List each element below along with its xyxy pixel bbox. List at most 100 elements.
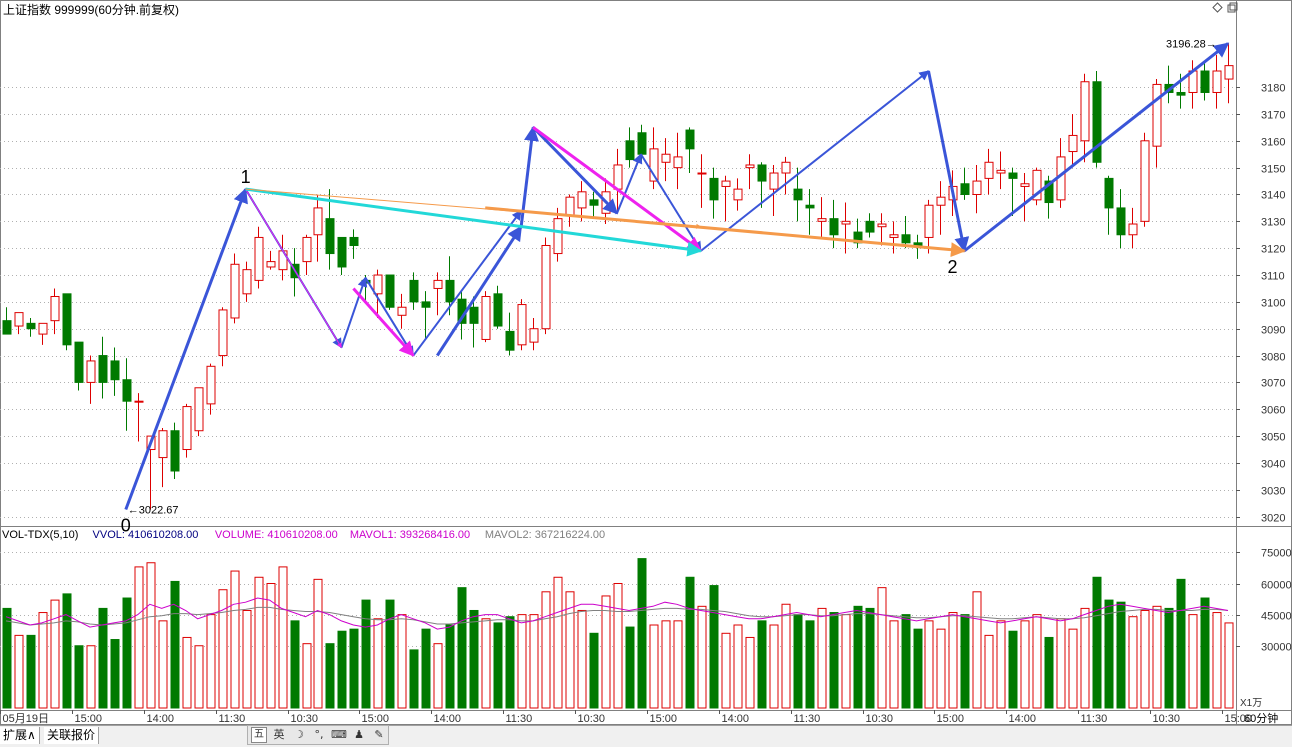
volume-legend-0: VOL-TDX(5,10): [2, 529, 78, 541]
kline-chart-svg[interactable]: 上证指数 999999(60分钟.前复权) 3020 3030 3040 3050 306…: [0, 0, 1292, 746]
candle-up: [1080, 81, 1090, 142]
kline-chart-window[interactable]: 上证指数 999999(60分钟.前复权) 3020 3030 3040 3050 306…: [0, 0, 1292, 746]
candle-up: [553, 218, 563, 255]
volume-bar-up: [781, 603, 791, 709]
candle-up: [721, 180, 731, 187]
candle-up: [661, 153, 671, 163]
candle-up: [182, 406, 192, 451]
related-quotes-tab[interactable]: 关联报价: [44, 727, 100, 744]
price-tick-label: 3140: [1261, 190, 1285, 202]
diamond-icon[interactable]: [1212, 2, 1223, 13]
time-tick-label: 15:00: [75, 713, 103, 725]
candle-up: [1068, 134, 1078, 153]
candle-up: [254, 236, 264, 281]
volume-bar-up: [1152, 605, 1162, 709]
volume-bar-up: [877, 587, 887, 709]
volume-bar-up: [529, 614, 539, 709]
wrench-icon[interactable]: ✎: [371, 727, 387, 743]
candle-up: [745, 164, 755, 169]
price-tick-label: 3120: [1261, 244, 1285, 256]
volume-bar-down: [685, 576, 695, 709]
candle-down: [122, 379, 132, 402]
volume-bar-down: [1044, 636, 1054, 709]
trend-arrow-blue: [532, 126, 619, 215]
punctuation-icon[interactable]: °,: [311, 727, 327, 743]
volume-bar-up: [86, 645, 96, 709]
candle-up: [996, 169, 1006, 174]
candle-down: [1008, 172, 1018, 179]
moon-icon[interactable]: ☽: [291, 727, 307, 743]
low-price-label: ←3022.67: [128, 504, 179, 516]
volume-bar-up: [1224, 622, 1234, 709]
trend-arrow-blue: [927, 70, 970, 253]
chart-title: 上证指数 999999(60分钟.前复权): [3, 2, 179, 17]
volume-bar-up: [313, 578, 323, 709]
volume-bar-up: [266, 583, 276, 709]
candle-up: [1140, 140, 1150, 222]
volume-unit-label: X1万: [1240, 698, 1262, 709]
volume-bar-up: [1020, 620, 1030, 709]
volume-bar-up: [733, 624, 743, 709]
restore-icon[interactable]: [1227, 2, 1238, 13]
candle-down: [325, 218, 335, 255]
price-tick-label: 3130: [1261, 217, 1285, 229]
volume-bar-up: [1068, 628, 1078, 709]
candle-up: [50, 296, 60, 322]
volume-bar-up: [278, 566, 288, 709]
ime-language-toggle[interactable]: 英: [271, 727, 287, 743]
volume-bar-up: [1080, 607, 1090, 709]
time-tick-label: 11:30: [219, 713, 246, 725]
ime-toolbar: 五 英 ☽ °, ⌨ ♟ ✎: [247, 725, 389, 745]
volume-bar-down: [110, 639, 120, 709]
volume-bar-up: [182, 636, 192, 709]
volume-bar-up: [517, 614, 527, 709]
wave-label: 0: [121, 515, 131, 535]
trend-arrow-blue: [340, 276, 368, 348]
candle-down: [445, 279, 455, 303]
user-icon[interactable]: ♟: [351, 727, 367, 743]
volume-bar-up: [673, 620, 683, 709]
price-tick-label: 3150: [1261, 164, 1285, 176]
volume-tick-label: 75000: [1261, 548, 1292, 560]
price-tick-label: 3090: [1261, 325, 1285, 337]
volume-bar-down: [290, 620, 300, 709]
candle-up: [817, 218, 827, 222]
candle-up: [134, 400, 144, 403]
candle-down: [865, 220, 875, 233]
volume-bar-down: [493, 622, 503, 709]
candle-up: [877, 223, 887, 228]
volume-tick-label: 60000: [1261, 580, 1292, 592]
volume-bar-down: [349, 628, 359, 709]
candle-up: [206, 365, 216, 405]
volume-bar-down: [805, 620, 815, 709]
time-tick-label: 15:00: [650, 713, 678, 725]
expand-tab[interactable]: 扩展∧: [0, 727, 40, 744]
volume-bar-down: [1116, 601, 1126, 709]
candle-down: [2, 320, 12, 335]
volume-bar-down: [62, 593, 72, 709]
wave-label: 1: [241, 167, 251, 187]
candle-down: [685, 129, 695, 150]
keyboard-icon[interactable]: ⌨: [331, 727, 347, 743]
volume-bar-up: [194, 645, 204, 709]
volume-bar-up: [924, 620, 934, 709]
price-tick-label: 3100: [1261, 298, 1285, 310]
time-tick-label: 14:00: [722, 713, 750, 725]
price-tick-label: 3180: [1261, 83, 1285, 95]
volume-bar-up: [158, 620, 168, 709]
volume-bar-down: [1200, 597, 1210, 709]
price-tick-label: 3070: [1261, 378, 1285, 390]
volume-bar-down: [469, 609, 479, 709]
time-tick-label: 11:30: [506, 713, 533, 725]
volume-bar-up: [146, 562, 156, 709]
volume-bar-down: [421, 628, 431, 709]
candle-up: [230, 263, 240, 319]
volume-bar-up: [577, 609, 587, 709]
volume-tick-label: 30000: [1261, 642, 1292, 654]
ime-logo-icon[interactable]: 五: [251, 727, 267, 743]
time-tick-label: 10:30: [866, 713, 894, 725]
candle-down: [469, 306, 479, 324]
volume-bar-down: [26, 634, 36, 709]
candle-down: [1176, 91, 1186, 96]
candle-up: [1152, 83, 1162, 147]
